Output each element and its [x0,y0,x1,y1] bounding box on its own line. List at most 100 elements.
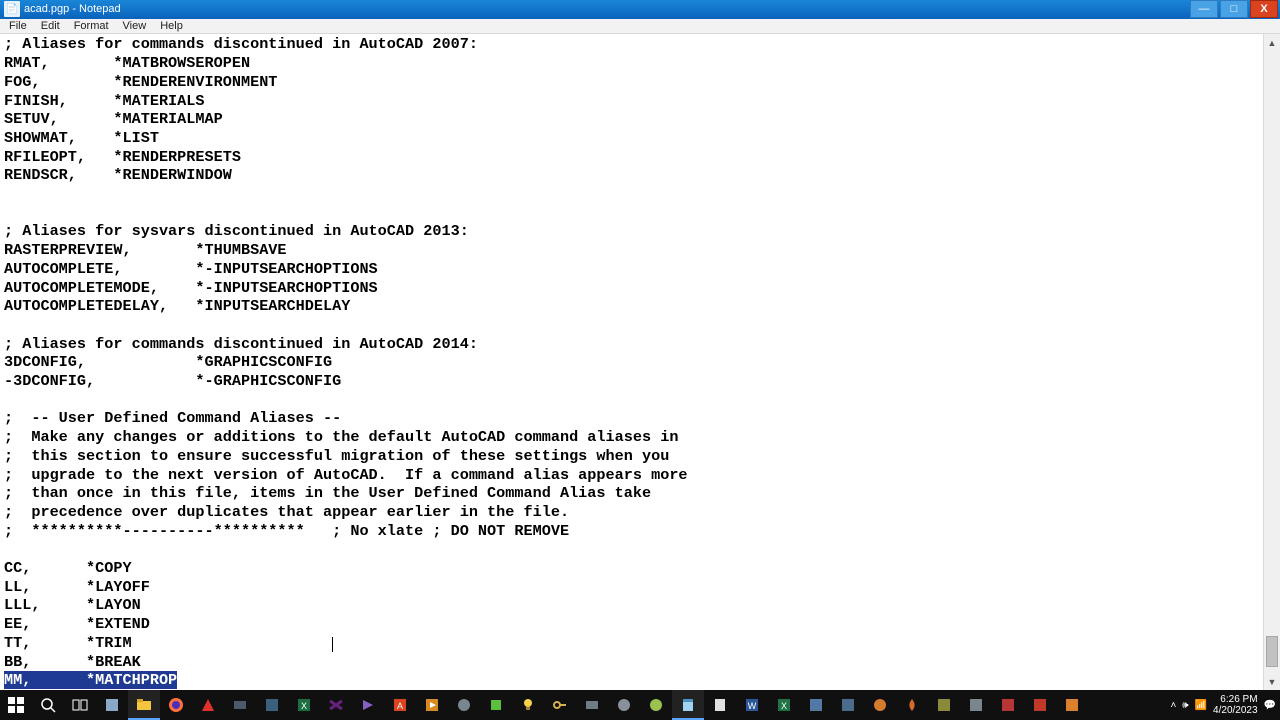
text-line: ; precedence over duplicates that appear… [4,503,1259,522]
taskbar-app-doc[interactable] [704,690,736,720]
taskbar-app-g4[interactable] [960,690,992,720]
tray-network-icon[interactable]: 📶 [1195,700,1207,711]
menu-file[interactable]: File [2,19,34,33]
text-line: EE, *EXTEND [4,615,1259,634]
text-line: ; this section to ensure successful migr… [4,447,1259,466]
svg-text:A: A [397,701,403,711]
title-bar[interactable]: 📄 acad.pgp - Notepad — □ X [0,0,1280,19]
scroll-up-arrow[interactable]: ▲ [1264,34,1280,51]
vertical-scrollbar[interactable]: ▲ ▼ [1263,34,1280,690]
text-line: ; Aliases for commands discontinued in A… [4,35,1259,54]
text-line: ; upgrade to the next version of AutoCAD… [4,466,1259,485]
text-line: -3DCONFIG, *-GRAPHICSCONFIG [4,372,1259,391]
taskbar-app-g3[interactable] [608,690,640,720]
taskbar-app-r3[interactable] [1024,690,1056,720]
taskbar-app-dark1[interactable] [224,690,256,720]
text-line [4,185,1259,204]
text-line: AUTOCOMPLETE, *-INPUTSEARCHOPTIONS [4,260,1259,279]
autocad-icon[interactable]: A [384,690,416,720]
search-icon[interactable] [32,690,64,720]
tray-notifications-icon[interactable]: 💬 [1264,700,1276,711]
scroll-thumb[interactable] [1266,636,1278,667]
svg-text:X: X [781,701,787,711]
notepad-taskbar-icon[interactable] [672,690,704,720]
excel-icon[interactable]: X [288,690,320,720]
text-editor[interactable]: ; Aliases for commands discontinued in A… [0,34,1263,690]
windows-icon [8,697,24,713]
menu-help[interactable]: Help [153,19,190,33]
text-line [4,204,1259,223]
app-icon: 📄 [4,1,20,17]
text-line [4,540,1259,559]
taskbar-app-red[interactable] [192,690,224,720]
text-line: LL, *LAYOFF [4,578,1259,597]
taskbar-app-dark2[interactable] [256,690,288,720]
text-line: ; Make any changes or additions to the d… [4,428,1259,447]
vs-purple-icon[interactable] [352,690,384,720]
menu-bar: File Edit Format View Help [0,19,1280,35]
taskbar-app-lime[interactable] [640,690,672,720]
text-line: RASTERPREVIEW, *THUMBSAVE [4,241,1259,260]
taskbar-app-fire[interactable] [896,690,928,720]
taskbar-app-o2[interactable] [1056,690,1088,720]
text-line: LLL, *LAYON [4,596,1259,615]
text-line: ; Aliases for sysvars discontinued in Au… [4,222,1259,241]
text-line: TT, *TRIM [4,634,1259,653]
svg-text:X: X [301,701,307,711]
text-line: ; than once in this file, items in the U… [4,484,1259,503]
menu-edit[interactable]: Edit [34,19,67,33]
text-line: BB, *BREAK [4,653,1259,672]
text-line: RENDSCR, *RENDERWINDOW [4,166,1259,185]
notepad-window: 📄 acad.pgp - Notepad — □ X File Edit For… [0,0,1280,720]
taskbar-app-b2[interactable] [832,690,864,720]
svg-text:W: W [748,701,757,711]
maximize-button[interactable]: □ [1220,0,1248,18]
scroll-track[interactable] [1264,51,1280,673]
editor-area: ; Aliases for commands discontinued in A… [0,34,1280,690]
word-icon[interactable]: W [736,690,768,720]
text-line: ; Aliases for commands discontinued in A… [4,335,1259,354]
window-title: acad.pgp - Notepad [24,3,121,15]
key-icon[interactable] [544,690,576,720]
task-view-icon[interactable] [64,690,96,720]
text-line: RFILEOPT, *RENDERPRESETS [4,148,1259,167]
text-line: AUTOCOMPLETEDELAY, *INPUTSEARCHDELAY [4,297,1259,316]
system-tray[interactable]: ˄ 🕪 📶 6:26 PM 4/20/2023 💬 [1170,694,1280,716]
taskbar-app-o1[interactable] [864,690,896,720]
media-player-icon[interactable] [416,690,448,720]
menu-format[interactable]: Format [67,19,116,33]
taskbar-app-g2[interactable] [576,690,608,720]
text-line: AUTOCOMPLETEMODE, *-INPUTSEARCHOPTIONS [4,279,1259,298]
start-button[interactable] [0,690,32,720]
excel-2-icon[interactable]: X [768,690,800,720]
taskbar-app-green[interactable] [480,690,512,720]
tray-clock[interactable]: 6:26 PM 4/20/2023 [1213,694,1258,716]
windows-taskbar[interactable]: X A W X ˄ 🕪 📶 6:26 PM 4/20/202 [0,690,1280,720]
text-line-selected: MM, *MATCHPROP [4,671,1259,690]
taskbar-app-b1[interactable] [800,690,832,720]
firefox-icon[interactable] [160,690,192,720]
text-line: CC, *COPY [4,559,1259,578]
text-line [4,316,1259,335]
bulb-icon[interactable] [512,690,544,720]
text-line: 3DCONFIG, *GRAPHICSCONFIG [4,353,1259,372]
text-line: FINISH, *MATERIALS [4,92,1259,111]
minimize-button[interactable]: — [1190,0,1218,18]
text-line: ; **********----------********** ; No xl… [4,522,1259,541]
text-line: SETUV, *MATERIALMAP [4,110,1259,129]
text-line: SHOWMAT, *LIST [4,129,1259,148]
vs-icon[interactable] [320,690,352,720]
menu-view[interactable]: View [116,19,154,33]
text-line [4,391,1259,410]
taskbar-app-1[interactable] [96,690,128,720]
file-explorer-icon[interactable] [128,690,160,720]
taskbar-app-olive[interactable] [928,690,960,720]
tray-volume-icon[interactable]: 🕪 [1182,700,1188,711]
tray-chevron-up-icon[interactable]: ˄ [1170,700,1176,711]
scroll-down-arrow[interactable]: ▼ [1264,673,1280,690]
taskbar-app-g1[interactable] [448,690,480,720]
taskbar-app-r2[interactable] [992,690,1024,720]
close-button[interactable]: X [1250,0,1278,18]
text-line: FOG, *RENDERENVIRONMENT [4,73,1259,92]
text-line: RMAT, *MATBROWSEROPEN [4,54,1259,73]
